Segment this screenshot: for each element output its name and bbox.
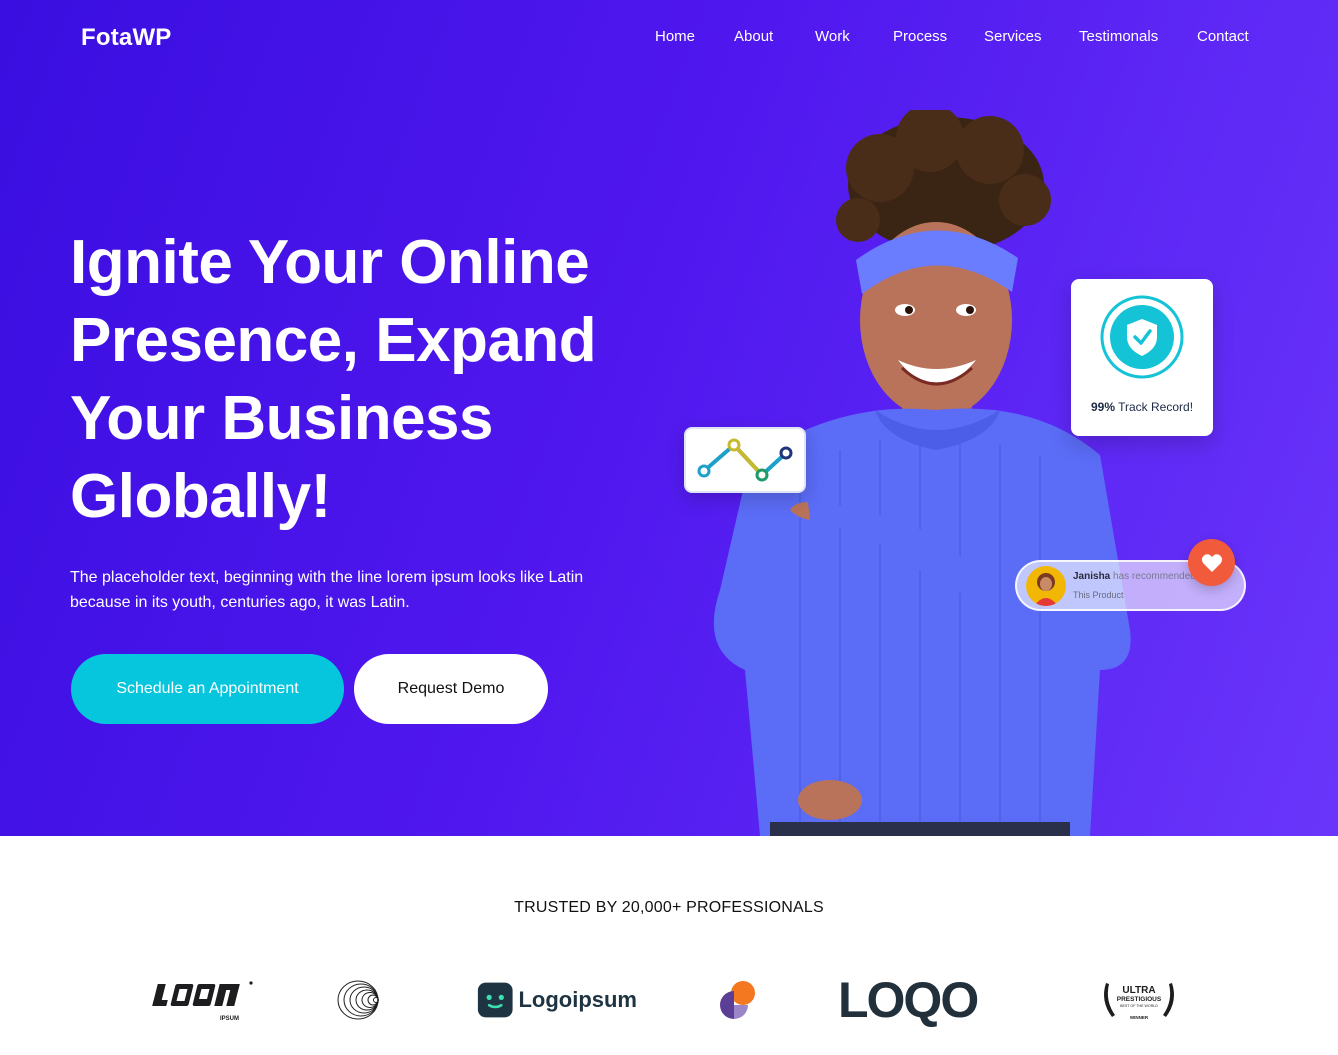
schedule-appointment-button[interactable]: Schedule an Appointment (71, 654, 344, 724)
track-record-label: 99% Track Record! (1071, 400, 1213, 414)
hero-subtext: The placeholder text, beginning with the… (70, 565, 630, 615)
nav-item-about[interactable]: About (734, 28, 773, 45)
partner-logo-2 (337, 980, 379, 1020)
nav-item-work[interactable]: Work (815, 28, 850, 45)
headline-line-3: Your Business (70, 384, 494, 453)
chart-card (684, 427, 806, 493)
logoipsum-word: Logoipsum (518, 987, 637, 1012)
track-record-text: Track Record! (1118, 400, 1194, 414)
nav-item-contact[interactable]: Contact (1197, 28, 1249, 45)
loqo-word: LOQO (838, 972, 979, 1028)
nav-item-services[interactable]: Services (984, 28, 1042, 45)
headline-line-4: Globally! (70, 462, 331, 531)
nav-item-process[interactable]: Process (893, 28, 947, 45)
subtext-line-2: because in its youth, centuries ago, it … (70, 594, 410, 611)
partner-logo-3: Logoipsum (477, 975, 637, 1025)
partner-logo-1: IPSUM (152, 981, 253, 1022)
ultra-line-4: WINNER (1130, 1015, 1149, 1020)
hero-section: FotaWP Home About Work Process Services … (0, 0, 1338, 836)
ultra-line-3: BEST OF THE WORLD (1120, 1004, 1158, 1008)
line-chart-icon (697, 438, 793, 482)
headline-line-2: Presence, Expand (70, 306, 597, 375)
hero-headline: Ignite Your Online Presence, Expand Your… (70, 224, 650, 536)
ipsum-tag: IPSUM (220, 1016, 239, 1022)
partner-logo-5: LOQO (838, 975, 1018, 1025)
recommendation-action: has recommended (1113, 571, 1196, 582)
track-record-value: 99% (1090, 400, 1115, 414)
robot-face-icon (477, 982, 513, 1018)
heart-icon (1188, 539, 1235, 586)
recommendation-text: Janisha has recommended (1073, 571, 1196, 582)
subtext-line-1: The placeholder text, beginning with the… (70, 569, 584, 586)
shield-check-icon (1100, 295, 1184, 379)
nav-item-testimonials[interactable]: Testimonals (1079, 28, 1158, 45)
recommended-product: This Product (1073, 590, 1124, 600)
main-nav: Home About Work Process Services Testimo… (0, 28, 1338, 48)
nav-item-home[interactable]: Home (655, 28, 695, 45)
recommender-name: Janisha (1073, 571, 1111, 582)
headline-line-1: Ignite Your Online (70, 228, 590, 297)
ultra-line-1: ULTRA (1122, 985, 1155, 996)
partner-logo-6: ULTRA PRESTIGIOUS BEST OF THE WORLD WINN… (1104, 983, 1174, 1020)
ultra-line-2: PRESTIGIOUS (1117, 996, 1162, 1003)
track-record-card: 99% Track Record! (1071, 279, 1213, 436)
partner-logo-4 (720, 981, 755, 1019)
request-demo-button[interactable]: Request Demo (354, 654, 548, 724)
avatar (1026, 566, 1066, 606)
trusted-heading: TRUSTED BY 20,000+ PROFESSIONALS (514, 899, 824, 916)
